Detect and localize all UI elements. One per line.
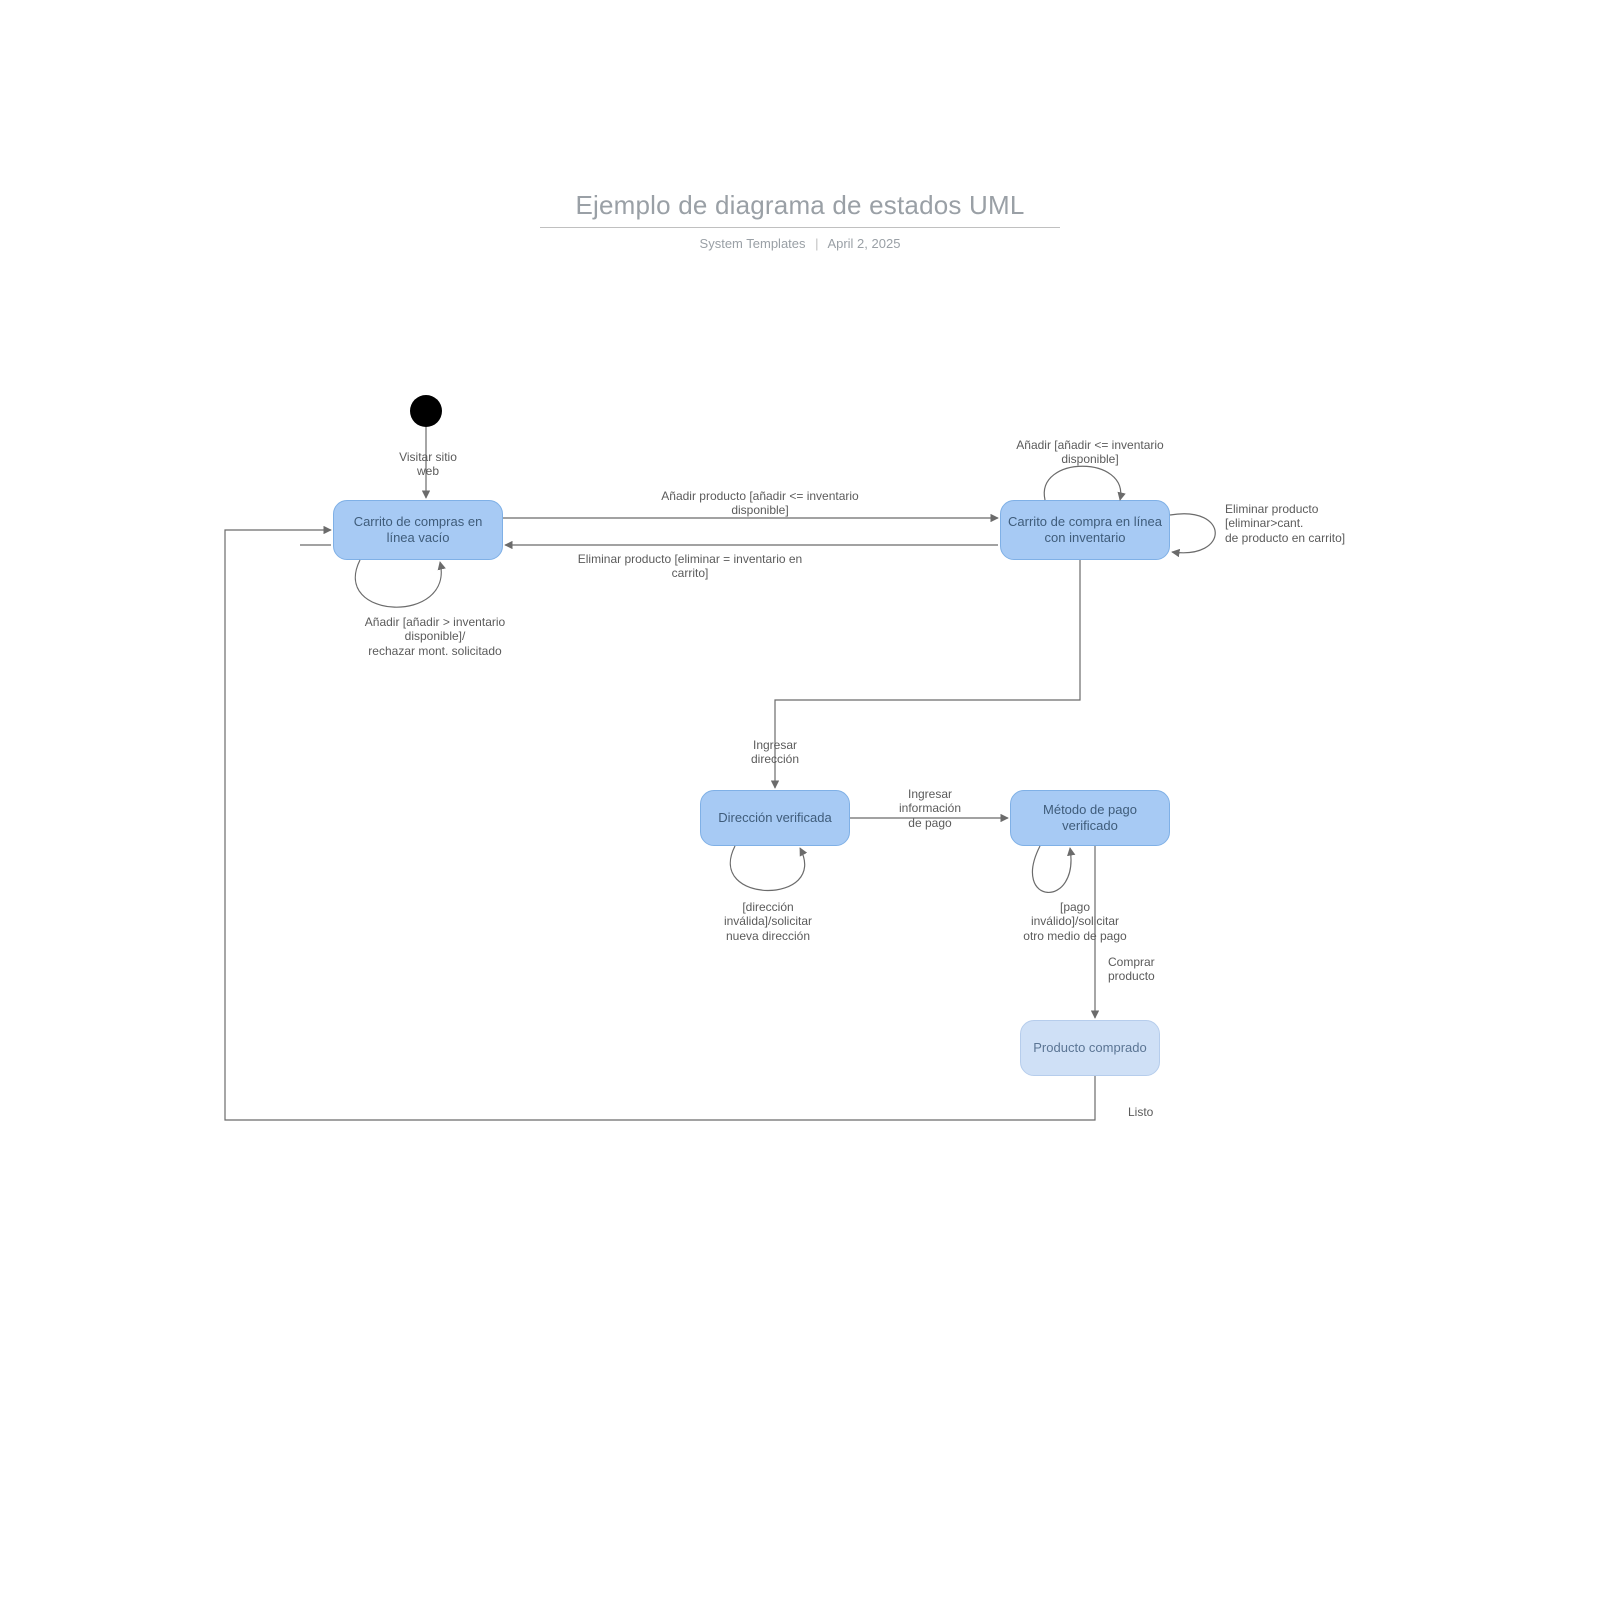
state-address-verified: Dirección verificada <box>700 790 850 846</box>
state-empty-cart: Carrito de compras en línea vacío <box>333 500 503 560</box>
edge-remove-self <box>1170 514 1215 553</box>
edge-add-rejected <box>355 560 441 607</box>
subtitle-separator: | <box>815 236 818 251</box>
state-payment-verified: Método de pago verificado <box>1010 790 1170 846</box>
label-enter-payment: Ingresar información de pago <box>870 787 990 830</box>
state-product-purchased: Producto comprado <box>1020 1020 1160 1076</box>
diagram-title: Ejemplo de diagrama de estados UML <box>0 190 1600 221</box>
label-address-invalid: [dirección inválida]/solicitar nueva dir… <box>688 900 848 943</box>
diagram-canvas: Ejemplo de diagrama de estados UML Syste… <box>0 0 1600 1600</box>
diagram-subtitle: System Templates | April 2, 2025 <box>0 236 1600 251</box>
title-block: Ejemplo de diagrama de estados UML Syste… <box>0 190 1600 251</box>
state-cart-with-inventory: Carrito de compra en línea con inventari… <box>1000 500 1170 560</box>
label-add-rejected: Añadir [añadir > inventario disponible]/… <box>330 615 540 658</box>
label-done: Listo <box>1128 1105 1188 1119</box>
label-add-product: Añadir producto [añadir <= inventario di… <box>610 489 910 518</box>
label-remove-self: Eliminar producto [eliminar>cant. de pro… <box>1225 502 1395 545</box>
label-visit-site: Visitar sitio web <box>388 450 468 479</box>
label-remove-all: Eliminar producto [eliminar = inventario… <box>530 552 850 581</box>
title-underline <box>540 227 1060 228</box>
initial-state-node <box>410 395 442 427</box>
subtitle-date: April 2, 2025 <box>827 236 900 251</box>
edge-enter-address <box>775 560 1080 788</box>
edge-payment-invalid <box>1032 846 1071 892</box>
edge-address-invalid <box>730 846 804 891</box>
label-add-self: Añadir [añadir <= inventario disponible] <box>990 438 1190 467</box>
label-buy-product: Comprar producto <box>1108 955 1198 984</box>
edge-add-self <box>1044 466 1120 500</box>
label-enter-address: Ingresar dirección <box>735 738 815 767</box>
subtitle-source: System Templates <box>700 236 806 251</box>
label-payment-invalid: [pago inválido]/solicitar otro medio de … <box>990 900 1160 943</box>
